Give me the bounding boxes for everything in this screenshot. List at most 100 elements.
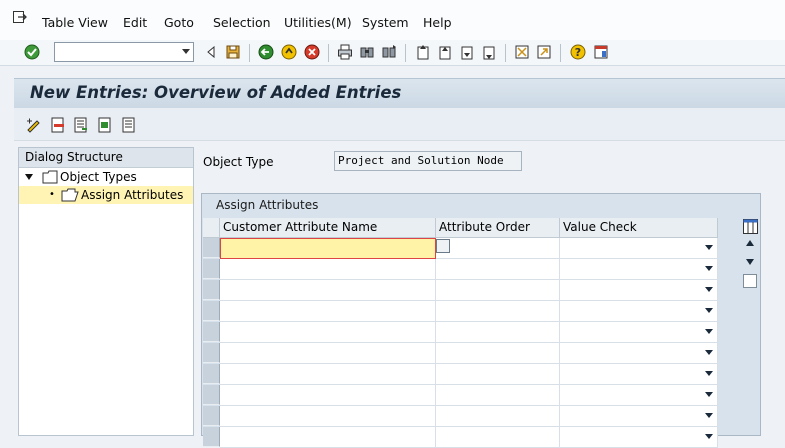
- chevron-down-icon[interactable]: [705, 245, 713, 250]
- table-cell-check[interactable]: [560, 238, 718, 259]
- row-selector[interactable]: [203, 301, 220, 321]
- order-input[interactable]: [436, 301, 559, 321]
- name-input[interactable]: [220, 427, 435, 447]
- chevron-down-icon[interactable]: [705, 287, 713, 292]
- table-cell-check[interactable]: [560, 343, 718, 364]
- row-selector[interactable]: [203, 385, 220, 405]
- check-input[interactable]: [560, 280, 717, 300]
- enter-checkmark-icon[interactable]: [24, 44, 40, 60]
- row-selector[interactable]: [203, 427, 220, 447]
- shortcut-icon[interactable]: [536, 44, 552, 60]
- table-cell-order[interactable]: [436, 343, 560, 364]
- table-cell-order[interactable]: [436, 406, 560, 427]
- order-input[interactable]: [436, 406, 559, 426]
- table-cell-name[interactable]: [220, 280, 436, 301]
- table-cell-name[interactable]: [220, 301, 436, 322]
- scroll-up-icon[interactable]: [745, 239, 755, 247]
- check-input[interactable]: [560, 259, 717, 279]
- select-all-icon[interactable]: [73, 117, 89, 133]
- table-cell-order[interactable]: [436, 280, 560, 301]
- row-selector[interactable]: [203, 238, 220, 258]
- row-selector[interactable]: [203, 322, 220, 342]
- table-cell-order[interactable]: [436, 385, 560, 406]
- name-input[interactable]: [220, 364, 435, 384]
- table-cell-name[interactable]: [220, 364, 436, 385]
- name-input[interactable]: [220, 406, 435, 426]
- chevron-down-icon[interactable]: [705, 266, 713, 271]
- order-input[interactable]: [436, 259, 559, 279]
- name-input[interactable]: [220, 322, 435, 342]
- check-input[interactable]: [560, 301, 717, 321]
- expand-triangle-icon[interactable]: [25, 173, 33, 181]
- table-cell-name[interactable]: [220, 343, 436, 364]
- order-input[interactable]: [436, 364, 559, 384]
- check-input[interactable]: [560, 343, 717, 363]
- tree-node-assign-attributes[interactable]: • Assign Attributes: [19, 186, 193, 204]
- chevron-down-icon[interactable]: [705, 350, 713, 355]
- menu-utilities[interactable]: Utilities(M): [284, 15, 352, 30]
- table-cell-name[interactable]: [220, 385, 436, 406]
- order-input[interactable]: [436, 343, 559, 363]
- row-selector[interactable]: [203, 406, 220, 426]
- check-input[interactable]: [560, 364, 717, 384]
- order-input[interactable]: [436, 280, 559, 300]
- table-cell-check[interactable]: [560, 259, 718, 280]
- deselect-all-icon[interactable]: [121, 117, 137, 133]
- exit-icon[interactable]: [281, 44, 297, 60]
- table-cell-check[interactable]: [560, 280, 718, 301]
- table-cell-check[interactable]: [560, 385, 718, 406]
- row-selector[interactable]: [203, 364, 220, 384]
- back-arrow-icon[interactable]: [203, 44, 219, 60]
- command-field[interactable]: [54, 42, 194, 62]
- find-next-icon[interactable]: [381, 44, 397, 60]
- table-cell-order[interactable]: [436, 322, 560, 343]
- table-vertical-scrollbar[interactable]: [742, 218, 758, 436]
- select-all-rows-button[interactable]: [203, 218, 220, 238]
- last-page-icon[interactable]: [481, 44, 497, 60]
- table-cell-check[interactable]: [560, 364, 718, 385]
- first-page-icon[interactable]: [415, 44, 431, 60]
- layout-menu-icon[interactable]: [593, 44, 609, 60]
- chevron-down-icon[interactable]: [705, 329, 713, 334]
- save-icon[interactable]: [225, 44, 241, 60]
- chevron-down-icon[interactable]: [182, 49, 190, 54]
- delete-row-icon[interactable]: [50, 117, 66, 133]
- tree-node-object-types[interactable]: Object Types: [19, 168, 193, 186]
- table-cell-order[interactable]: [436, 259, 560, 280]
- row-selector[interactable]: [203, 259, 220, 279]
- order-input[interactable]: [436, 385, 559, 405]
- system-menu-icon[interactable]: [12, 10, 28, 26]
- find-icon[interactable]: [359, 44, 375, 60]
- chevron-down-icon[interactable]: [705, 392, 713, 397]
- chevron-down-icon[interactable]: [705, 434, 713, 439]
- check-input[interactable]: [560, 385, 717, 405]
- table-cell-name[interactable]: [220, 322, 436, 343]
- order-input[interactable]: [436, 238, 559, 258]
- back-icon[interactable]: [258, 44, 274, 60]
- previous-page-icon[interactable]: [437, 44, 453, 60]
- table-cell-name[interactable]: [220, 427, 436, 448]
- table-cell-order[interactable]: [436, 364, 560, 385]
- name-input[interactable]: [220, 385, 435, 405]
- row-selector[interactable]: [203, 343, 220, 363]
- scroll-thumb[interactable]: [743, 274, 757, 288]
- table-cell-order[interactable]: [436, 427, 560, 448]
- order-input[interactable]: [436, 322, 559, 342]
- table-cell-order[interactable]: [436, 301, 560, 322]
- order-input[interactable]: [436, 427, 559, 447]
- menu-table-view[interactable]: Table View: [42, 15, 108, 30]
- column-header-value-check[interactable]: Value Check: [560, 218, 718, 238]
- chevron-down-icon[interactable]: [705, 308, 713, 313]
- value-help-icon[interactable]: [436, 239, 450, 253]
- column-header-customer-attribute-name[interactable]: Customer Attribute Name: [220, 218, 436, 238]
- table-cell-check[interactable]: [560, 322, 718, 343]
- check-input[interactable]: [560, 427, 717, 447]
- table-cell-check[interactable]: [560, 301, 718, 322]
- cancel-icon[interactable]: [304, 44, 320, 60]
- chevron-down-icon[interactable]: [705, 371, 713, 376]
- row-selector[interactable]: [203, 280, 220, 300]
- menu-system[interactable]: System: [362, 15, 409, 30]
- table-cell-check[interactable]: [560, 406, 718, 427]
- check-input[interactable]: [560, 406, 717, 426]
- table-cell-check[interactable]: [560, 427, 718, 448]
